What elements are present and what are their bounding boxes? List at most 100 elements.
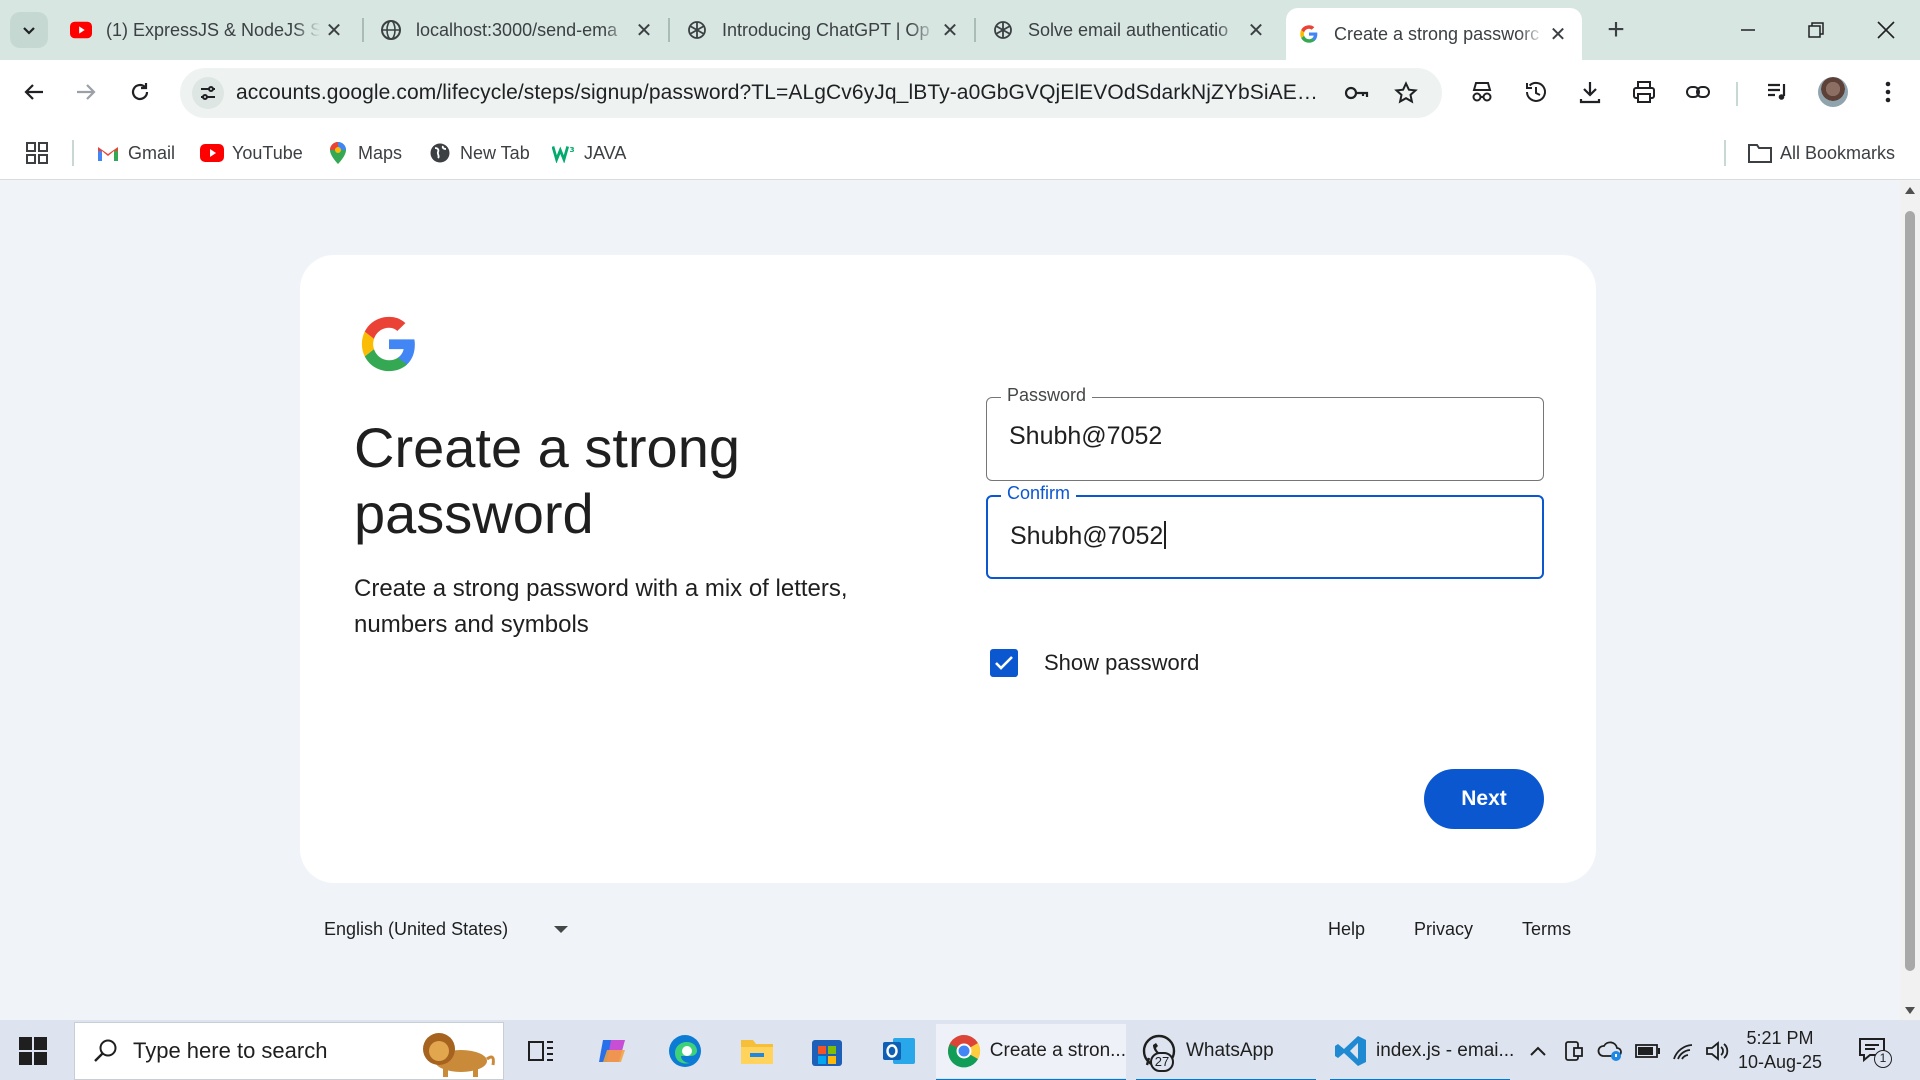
page-scrollbar[interactable] (1900, 181, 1920, 1020)
tab-title: (1) ExpressJS & NodeJS S (106, 19, 320, 40)
scrollbar-thumb[interactable] (1905, 211, 1915, 971)
tray-meet-icon[interactable] (1560, 1038, 1588, 1064)
url-text[interactable]: accounts.google.com/lifecycle/steps/sign… (236, 81, 1326, 105)
battery-icon (1635, 1044, 1660, 1058)
tray-onedrive-icon[interactable] (1596, 1038, 1624, 1064)
profile-avatar[interactable] (1818, 77, 1848, 107)
password-key-button[interactable] (1342, 79, 1370, 107)
tray-battery-icon[interactable] (1634, 1038, 1662, 1064)
chrome-menu-button[interactable] (1872, 76, 1904, 108)
arrow-left-icon (24, 84, 43, 100)
outlook-button[interactable] (880, 1024, 918, 1078)
scroll-up-arrow-icon[interactable] (1905, 187, 1915, 194)
globe-icon (380, 19, 402, 41)
show-hidden-icons-button[interactable] (1524, 1038, 1552, 1064)
close-window-button[interactable] (1856, 8, 1916, 52)
confirm-input[interactable]: Shubh@7052 (1010, 521, 1167, 551)
file-explorer-button[interactable] (738, 1024, 776, 1078)
minimize-button[interactable] (1718, 8, 1778, 52)
downloads-button[interactable] (1574, 76, 1606, 108)
microsoft-store-button[interactable] (808, 1024, 846, 1078)
clock-date: 10-Aug-25 (1738, 1052, 1823, 1072)
password-label: Password (1001, 385, 1093, 406)
terms-link[interactable]: Terms (1522, 919, 1571, 940)
lion-illustration-icon (423, 1033, 495, 1077)
notification-center-button[interactable]: 1 (1858, 1036, 1892, 1068)
openai-icon (992, 19, 1014, 41)
reload-icon (131, 83, 149, 101)
copilot-button[interactable] (594, 1024, 632, 1078)
apps-button[interactable] (26, 138, 48, 168)
close-tab-icon[interactable]: ✕ (320, 16, 348, 44)
tab-create-password[interactable]: Create a strong passworc ✕ (1286, 8, 1582, 60)
password-field[interactable]: Password Shubh@7052 (986, 385, 1544, 481)
taskbar-app-label: index.js - emai... (1376, 1040, 1515, 1061)
restore-button[interactable] (1786, 8, 1846, 52)
edge-icon (666, 1032, 704, 1070)
all-bookmarks-button[interactable]: All Bookmarks (1748, 138, 1895, 168)
reload-button[interactable] (120, 72, 160, 112)
tray-network-icon[interactable] (1670, 1038, 1698, 1064)
media-control-button[interactable] (1762, 76, 1794, 108)
address-bar[interactable]: accounts.google.com/lifecycle/steps/sign… (180, 68, 1442, 118)
history-button[interactable] (1520, 76, 1552, 108)
close-tab-icon[interactable]: ✕ (1242, 16, 1270, 44)
taskbar-app-whatsapp[interactable]: 27 WhatsApp (1136, 1024, 1316, 1080)
taskbar-app-vscode[interactable]: index.js - emai... (1330, 1024, 1514, 1080)
text-caret (1164, 521, 1167, 549)
confirm-password-field[interactable]: Confirm Shubh@7052 (986, 483, 1544, 579)
browser-toolbar: accounts.google.com/lifecycle/steps/sign… (0, 60, 1920, 126)
tab-chatgpt[interactable]: Introducing ChatGPT | Op ✕ (674, 8, 974, 52)
signup-card: Create a strong password Create a strong… (300, 255, 1596, 883)
privacy-link[interactable]: Privacy (1414, 919, 1473, 940)
bookmark-gmail[interactable]: Gmail (96, 138, 175, 168)
help-link[interactable]: Help (1328, 919, 1365, 940)
taskbar-search-box[interactable]: Type here to search (74, 1022, 504, 1080)
site-info-button[interactable] (192, 77, 224, 109)
restore-icon (1808, 22, 1824, 38)
more-vert-icon (1885, 81, 1891, 103)
next-button[interactable]: Next (1424, 769, 1544, 829)
tab-localhost[interactable]: localhost:3000/send-ema ✕ (368, 8, 668, 52)
bookmark-youtube[interactable]: YouTube (200, 138, 303, 168)
bookmark-star-button[interactable] (1392, 79, 1420, 107)
show-password-checkbox[interactable] (990, 649, 1018, 677)
incognito-button[interactable] (1466, 76, 1498, 108)
tab-expressjs[interactable]: (1) ExpressJS & NodeJS S ✕ (58, 8, 358, 52)
print-button[interactable] (1628, 76, 1660, 108)
tray-volume-icon[interactable] (1704, 1038, 1732, 1064)
tab-search-button[interactable] (10, 12, 48, 48)
bookmark-maps[interactable]: Maps (326, 138, 402, 168)
youtube-icon (200, 141, 224, 165)
windows-taskbar: Type here to search Create a stron... 27… (0, 1020, 1920, 1080)
star-icon (1394, 81, 1418, 104)
task-view-button[interactable] (522, 1024, 560, 1078)
new-tab-button[interactable]: + (1598, 12, 1634, 48)
taskbar-search-placeholder: Type here to search (133, 1038, 328, 1063)
close-tab-icon[interactable]: ✕ (630, 16, 658, 44)
google-logo-icon (361, 316, 415, 372)
bookmark-java[interactable]: 3 JAVA (552, 138, 626, 168)
incognito-icon (1472, 82, 1492, 102)
bookmark-new-tab[interactable]: New Tab (428, 138, 530, 168)
close-tab-icon[interactable]: ✕ (936, 16, 964, 44)
windows-start-icon[interactable] (18, 1036, 48, 1066)
back-button[interactable] (14, 72, 54, 112)
password-input[interactable]: Shubh@7052 (1009, 422, 1162, 451)
w3-icon: 3 (552, 141, 576, 165)
taskbar-clock[interactable]: 5:21 PM 10-Aug-25 (1738, 1026, 1822, 1074)
edge-button[interactable] (666, 1024, 704, 1078)
scroll-down-arrow-icon[interactable] (1905, 1007, 1915, 1014)
show-password-label[interactable]: Show password (1044, 649, 1199, 677)
copy-link-button[interactable] (1682, 76, 1714, 108)
taskbar-app-chrome[interactable]: Create a stron... (936, 1024, 1126, 1080)
taskbar-app-label: WhatsApp (1186, 1040, 1274, 1061)
tune-icon (201, 86, 215, 100)
tab-solve-email[interactable]: Solve email authenticatio ✕ (980, 8, 1280, 52)
language-selector[interactable]: English (United States) (324, 919, 569, 940)
close-tab-icon[interactable]: ✕ (1544, 20, 1572, 48)
toolbar-divider (1736, 82, 1738, 106)
forward-button[interactable] (66, 72, 106, 112)
taskbar-app-label: Create a stron... (989, 1040, 1126, 1061)
globe-icon (428, 141, 452, 165)
